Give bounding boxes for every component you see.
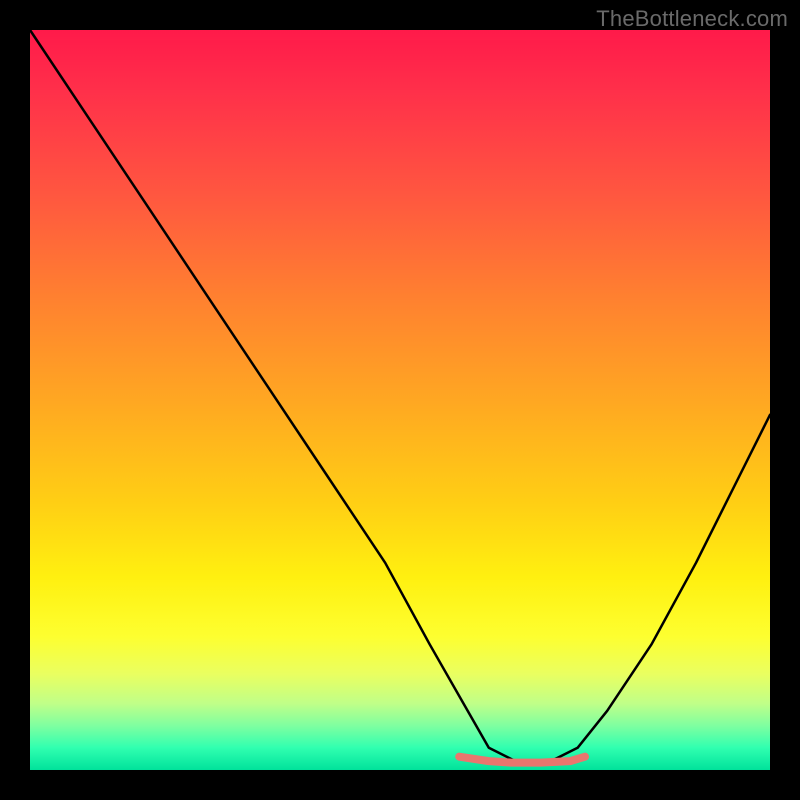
chart-frame: TheBottleneck.com [0,0,800,800]
plot-area [30,30,770,770]
watermark-text: TheBottleneck.com [596,6,788,32]
series-bottleneck-curve [30,30,770,763]
series-optimal-band [459,757,585,763]
chart-svg [30,30,770,770]
series-container [30,30,770,763]
